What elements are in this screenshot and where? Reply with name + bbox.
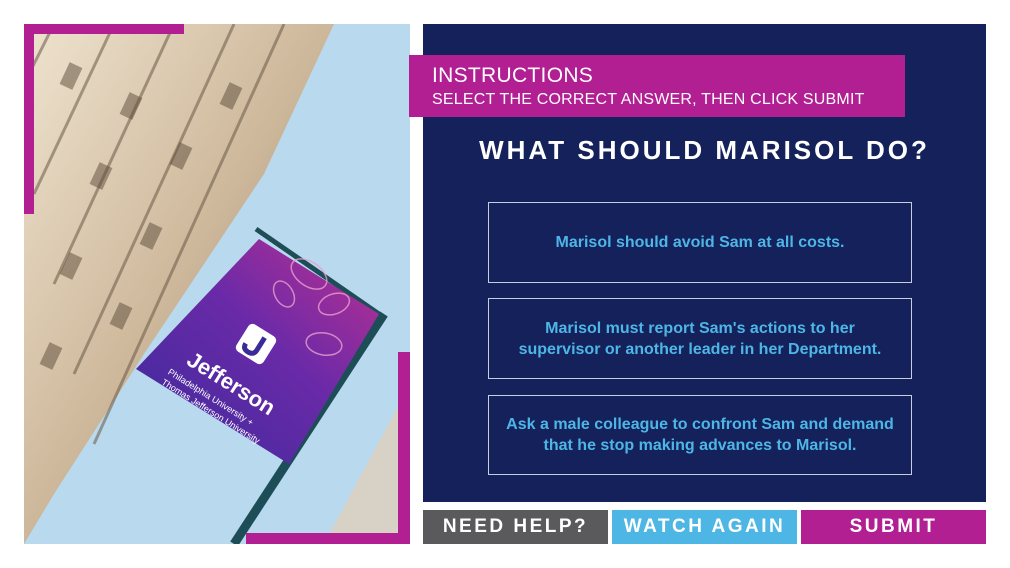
answer-option-text: Marisol should avoid Sam at all costs. xyxy=(555,234,845,251)
watch-again-button[interactable]: WATCH AGAIN xyxy=(612,510,797,544)
corner-accent-bottom-right-vertical xyxy=(398,352,410,544)
instructions-subtitle: SELECT THE CORRECT ANSWER, THEN CLICK SU… xyxy=(432,91,865,108)
corner-accent-top-left-vertical xyxy=(24,24,34,214)
answer-option-text: Marisol must report Sam's actions to her… xyxy=(518,319,882,358)
slide: Jefferson Philadelphia University + Thom… xyxy=(0,0,1010,568)
campus-banner-photo: Jefferson Philadelphia University + Thom… xyxy=(24,24,410,544)
need-help-button[interactable]: NEED HELP? xyxy=(423,510,608,544)
answer-option-1[interactable]: Marisol should avoid Sam at all costs. xyxy=(488,202,912,283)
answer-option-2[interactable]: Marisol must report Sam's actions to her… xyxy=(488,298,912,379)
corner-accent-top-left-horizontal xyxy=(24,24,184,34)
submit-button[interactable]: SUBMIT xyxy=(801,510,986,544)
photo-illustration: Jefferson Philadelphia University + Thom… xyxy=(24,24,410,544)
answer-option-text: Ask a male colleague to confront Sam and… xyxy=(506,416,894,454)
instructions-banner: INSTRUCTIONS SELECT THE CORRECT ANSWER, … xyxy=(409,55,905,117)
instructions-title: INSTRUCTIONS xyxy=(432,64,594,87)
corner-accent-bottom-right-horizontal xyxy=(246,533,410,544)
question-heading: WHAT SHOULD MARISOL DO? xyxy=(479,135,930,165)
answer-option-3[interactable]: Ask a male colleague to confront Sam and… xyxy=(488,395,912,475)
